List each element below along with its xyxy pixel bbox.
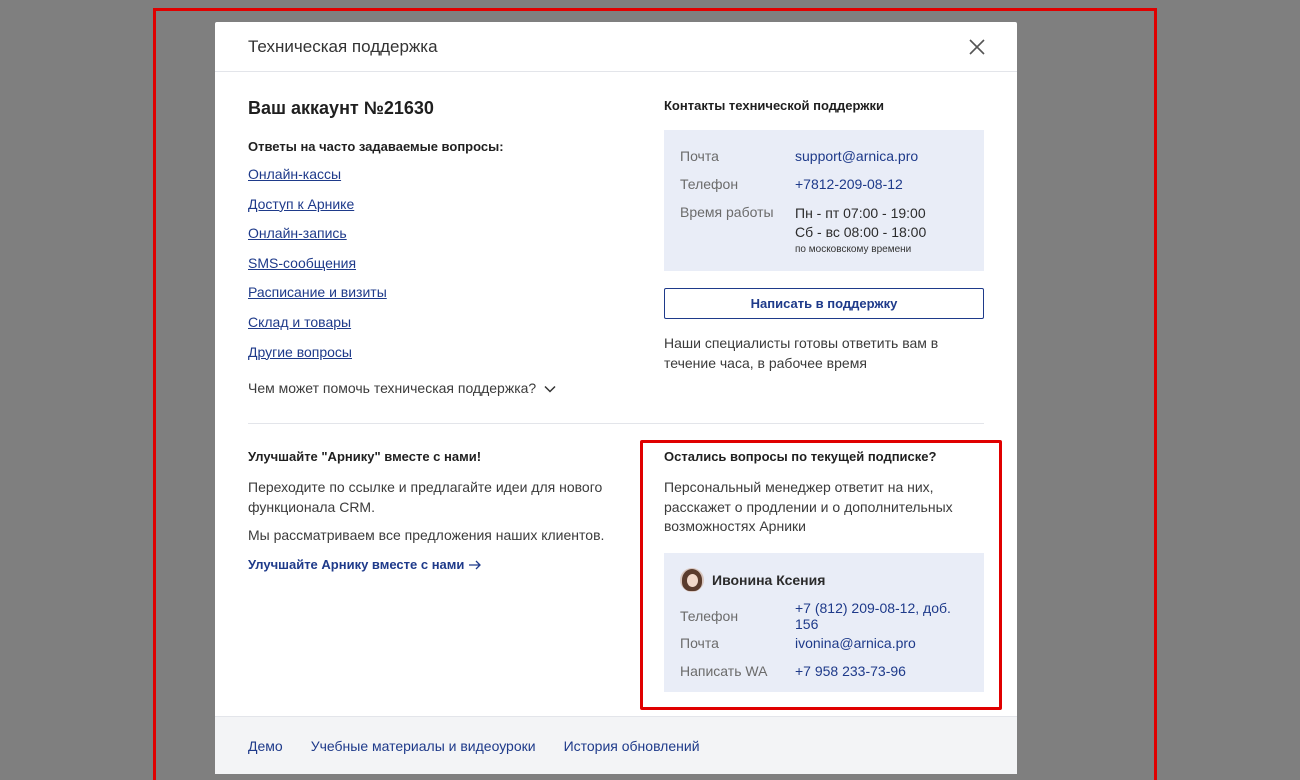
faq-item: Склад и товары	[248, 314, 387, 344]
hours-weekend: Сб - вс 08:00 - 18:00	[795, 224, 927, 240]
contact-phone-label: Телефон	[680, 176, 739, 192]
contact-email-row: Почта support@arnica.pro	[680, 148, 968, 164]
contact-email-label: Почта	[680, 148, 719, 164]
improve-text: Переходите по ссылке и предлагайте идеи …	[248, 479, 603, 515]
arrow-right-icon	[469, 560, 482, 569]
footer-link-changelog[interactable]: История обновлений	[564, 738, 700, 754]
hours-note: по московскому времени	[795, 244, 912, 255]
faq-link-sms[interactable]: SMS-сообщения	[248, 255, 356, 271]
faq-item: Доступ к Арнике	[248, 196, 387, 226]
section-divider	[248, 423, 984, 424]
highlight-outline-subscription	[640, 440, 1002, 710]
faq-item: Онлайн-кассы	[248, 166, 387, 196]
contact-email-link[interactable]: support@arnica.pro	[795, 148, 918, 164]
specialists-text: Наши специалисты готовы ответить вам в т…	[664, 335, 939, 371]
close-button[interactable]	[967, 37, 987, 57]
contact-hours-label: Время работы	[680, 204, 774, 220]
write-support-button[interactable]: Написать в поддержку	[664, 288, 984, 319]
faq-item: Расписание и визиты	[248, 284, 387, 314]
contacts-box: Почта support@arnica.pro Телефон +7812-2…	[664, 130, 984, 271]
hours-weekdays: Пн - пт 07:00 - 19:00	[795, 205, 926, 221]
faq-link-access[interactable]: Доступ к Арнике	[248, 196, 354, 212]
faq-link-schedule[interactable]: Расписание и визиты	[248, 284, 387, 300]
faq-link-other[interactable]: Другие вопросы	[248, 344, 352, 360]
faq-item: Онлайн-запись	[248, 225, 387, 255]
faq-link-online-booking[interactable]: Онлайн-запись	[248, 225, 347, 241]
contact-phone-link[interactable]: +7812-209-08-12	[795, 176, 903, 192]
improve-link[interactable]: Улучшайте Арнику вместе с нами	[248, 557, 482, 572]
faq-item: SMS-сообщения	[248, 255, 387, 285]
modal-footer: Демо Учебные материалы и видеоуроки Исто…	[215, 716, 1017, 774]
faq-list: Онлайн-кассы Доступ к Арнике Онлайн-запи…	[248, 166, 387, 373]
account-title: Ваш аккаунт №21630	[248, 98, 434, 118]
help-toggle[interactable]: Чем может помочь техническая поддержка?	[248, 380, 556, 396]
improve-link-label: Улучшайте Арнику вместе с нами	[248, 557, 465, 572]
close-icon	[969, 39, 985, 55]
modal-header: Техническая поддержка	[215, 22, 1017, 72]
faq-heading: Ответы на часто задаваемые вопросы:	[248, 139, 504, 154]
modal-title: Техническая поддержка	[248, 37, 438, 56]
faq-link-online-cash[interactable]: Онлайн-кассы	[248, 166, 341, 182]
improve-heading: Улучшайте "Арнику" вместе с нами!	[248, 449, 482, 464]
help-toggle-label: Чем может помочь техническая поддержка?	[248, 380, 537, 396]
footer-link-demo[interactable]: Демо	[248, 738, 283, 754]
contact-phone-row: Телефон +7812-209-08-12	[680, 176, 968, 192]
contact-hours-value: Пн - пт 07:00 - 19:00 Сб - вс 08:00 - 18…	[795, 204, 926, 257]
improve-text-2: Мы рассматриваем все предложения наших к…	[248, 527, 605, 543]
chevron-down-icon	[544, 380, 556, 396]
faq-link-warehouse[interactable]: Склад и товары	[248, 314, 351, 330]
faq-item: Другие вопросы	[248, 344, 387, 374]
contact-hours-row: Время работы Пн - пт 07:00 - 19:00 Сб - …	[680, 204, 968, 257]
contacts-heading: Контакты технической поддержки	[664, 98, 884, 113]
footer-link-tutorials[interactable]: Учебные материалы и видеоуроки	[311, 738, 536, 754]
